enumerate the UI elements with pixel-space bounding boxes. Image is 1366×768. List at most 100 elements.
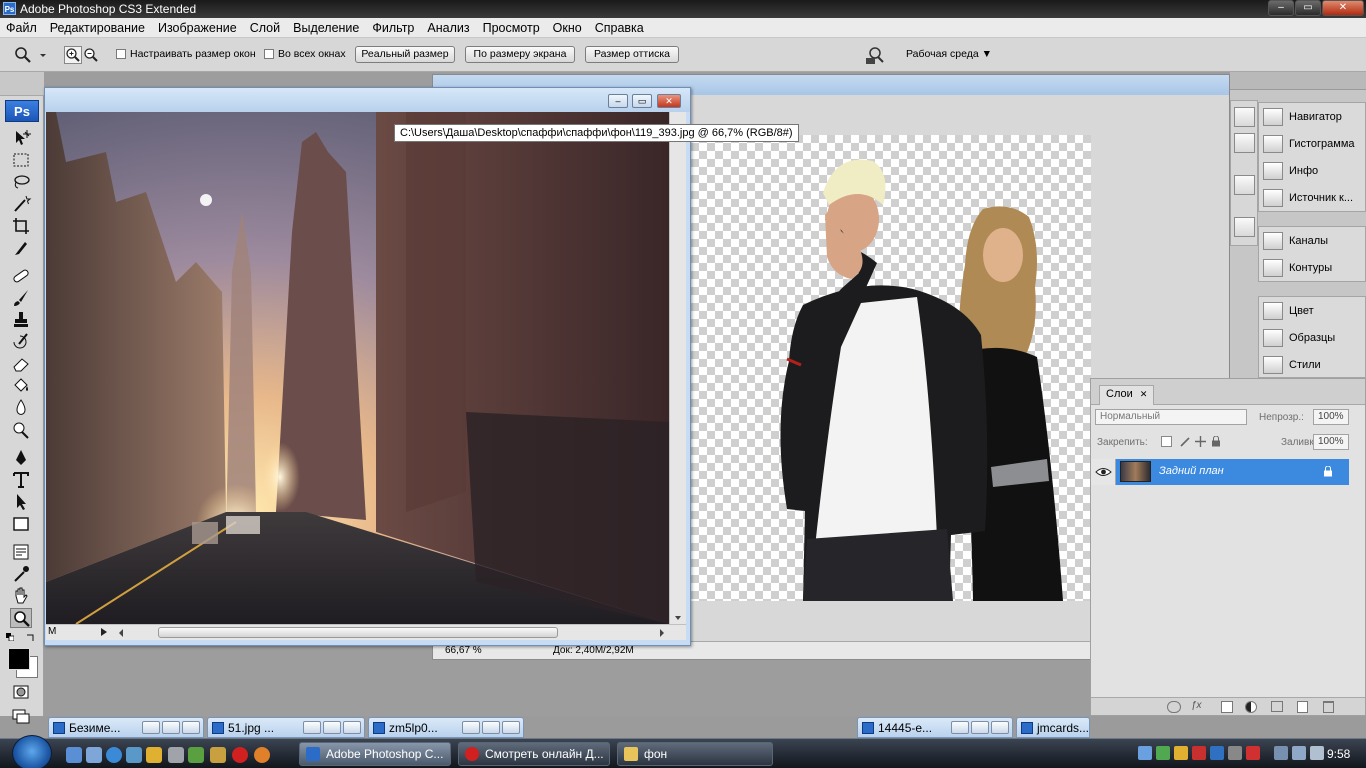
eraser-tool-icon[interactable] (10, 354, 32, 374)
menu-window[interactable]: Окно (553, 21, 582, 35)
panel-dock-header[interactable] (1230, 72, 1366, 90)
doc-minimize-button[interactable]: – (608, 94, 628, 108)
hand-tool-icon[interactable] (10, 586, 32, 606)
tool-presets-panel-icon[interactable] (1234, 175, 1255, 195)
new-layer-icon[interactable] (1297, 701, 1308, 713)
workspace-menu[interactable]: Рабочая среда ▼ (906, 48, 992, 60)
blend-mode-select[interactable]: Нормальный (1095, 409, 1247, 425)
menu-view[interactable]: Просмотр (483, 21, 540, 35)
minimized-doc-controls[interactable] (301, 721, 361, 734)
layer-mask-icon[interactable] (1221, 701, 1233, 713)
history-panel-icon[interactable] (1234, 107, 1255, 127)
panel-histogram[interactable]: Гистограмма (1259, 130, 1365, 157)
link-layers-icon[interactable] (1167, 701, 1181, 713)
scroll-left-icon[interactable] (118, 628, 124, 640)
checkbox-box[interactable] (116, 49, 126, 59)
tray-app-icon[interactable] (1192, 746, 1206, 760)
minimized-doc[interactable]: jmcards... (1016, 717, 1090, 738)
panel-info[interactable]: Инфо (1259, 157, 1365, 184)
opera-icon[interactable] (232, 747, 248, 763)
history-brush-tool-icon[interactable] (10, 332, 32, 352)
tab-layers[interactable]: Слои ✕ (1099, 385, 1155, 405)
quick-mask-icon[interactable] (10, 682, 32, 702)
doc-maximize-button[interactable]: ▭ (632, 94, 652, 108)
swap-colors-icon[interactable] (26, 632, 36, 642)
document-info[interactable]: Док: 2,40М/2,92М (553, 645, 634, 656)
lock-transparency-icon[interactable] (1161, 436, 1172, 447)
scrollbar-thumb[interactable] (158, 627, 558, 638)
pen-tool-icon[interactable] (10, 448, 32, 468)
media-player-icon[interactable] (146, 747, 162, 763)
zoom-out-icon[interactable] (82, 46, 100, 64)
internet-explorer-icon[interactable] (106, 747, 122, 763)
eyedropper-tool-icon[interactable] (10, 564, 32, 584)
magic-wand-tool-icon[interactable] (10, 194, 32, 214)
fit-screen-button[interactable]: По размеру экрана (465, 46, 575, 63)
path-selection-tool-icon[interactable] (10, 492, 32, 512)
lock-pixels-icon[interactable] (1179, 436, 1190, 447)
resize-windows-checkbox[interactable]: Настраивать размер окон (116, 48, 256, 60)
zoom-in-icon[interactable] (64, 46, 82, 64)
tray-network-icon[interactable] (1292, 746, 1306, 760)
menu-file[interactable]: Файл (6, 21, 37, 35)
blur-tool-icon[interactable] (10, 398, 32, 418)
tray-antivirus-icon[interactable] (1246, 746, 1260, 760)
quicklaunch-app-icon[interactable] (168, 747, 184, 763)
tools-panel-grip[interactable] (0, 72, 44, 96)
tray-language-icon[interactable] (1210, 746, 1224, 760)
quicklaunch-app-icon[interactable] (254, 747, 270, 763)
layer-comps-panel-icon[interactable] (1234, 217, 1255, 237)
switch-windows-icon[interactable] (86, 747, 102, 763)
close-tab-icon[interactable]: ✕ (1140, 389, 1148, 399)
task-photoshop[interactable]: Adobe Photoshop C... (299, 742, 451, 766)
panel-paths[interactable]: Контуры (1259, 254, 1365, 281)
print-size-button[interactable]: Размер оттиска (585, 46, 679, 63)
minimized-doc[interactable]: zm5lp0... (368, 717, 524, 738)
lock-position-icon[interactable] (1195, 436, 1206, 447)
delete-layer-icon[interactable] (1323, 701, 1334, 713)
panel-channels[interactable]: Каналы (1259, 227, 1365, 254)
minimized-doc[interactable]: 51.jpg ... (207, 717, 365, 738)
quicklaunch-app-icon[interactable] (188, 747, 204, 763)
marquee-tool-icon[interactable] (10, 150, 32, 170)
city-street-photo[interactable] (46, 112, 669, 624)
tray-app-icon[interactable] (1228, 746, 1242, 760)
quicklaunch-app-icon[interactable] (210, 747, 226, 763)
minimized-doc-controls[interactable] (460, 721, 520, 734)
fill-input[interactable]: 100% (1313, 434, 1349, 450)
minimized-doc-controls[interactable] (140, 721, 200, 734)
zoom-tool-preset-icon[interactable] (14, 46, 32, 64)
doc-close-button[interactable]: ✕ (657, 94, 681, 108)
menu-edit[interactable]: Редактирование (50, 21, 145, 35)
zoom-readout[interactable]: 66,67 % (445, 645, 482, 656)
panel-clone-source[interactable]: Источник к... (1259, 184, 1365, 211)
brush-tool-icon[interactable] (10, 288, 32, 308)
menu-select[interactable]: Выделение (293, 21, 359, 35)
tray-app-icon[interactable] (1156, 746, 1170, 760)
lock-all-icon[interactable] (1211, 435, 1221, 447)
healing-brush-tool-icon[interactable] (10, 266, 32, 286)
crop-tool-icon[interactable] (10, 216, 32, 236)
foreground-color-swatch[interactable] (8, 648, 30, 670)
minimized-doc[interactable]: Безиме... (48, 717, 204, 738)
menu-filter[interactable]: Фильтр (372, 21, 414, 35)
actions-panel-icon[interactable] (1234, 133, 1255, 153)
all-windows-checkbox[interactable]: Во всех окнах (264, 48, 346, 60)
menu-image[interactable]: Изображение (158, 21, 237, 35)
panel-swatches[interactable]: Образцы (1259, 324, 1365, 351)
tray-volume-icon[interactable] (1310, 746, 1324, 760)
layer-name[interactable]: Задний план (1159, 465, 1224, 477)
explorer-icon[interactable] (126, 747, 142, 763)
menu-layer[interactable]: Слой (250, 21, 280, 35)
clone-stamp-tool-icon[interactable] (10, 310, 32, 330)
chevron-down-icon[interactable] (38, 48, 48, 66)
task-folder[interactable]: фон (617, 742, 773, 766)
start-button[interactable] (12, 735, 52, 768)
default-colors-icon[interactable] (6, 632, 15, 642)
layer-visibility-eye-icon[interactable] (1091, 459, 1116, 485)
new-group-icon[interactable] (1271, 701, 1283, 712)
screen-mode-icon[interactable] (10, 706, 32, 726)
notes-tool-icon[interactable] (10, 542, 32, 562)
dodge-tool-icon[interactable] (10, 420, 32, 440)
tray-app-icon[interactable] (1174, 746, 1188, 760)
